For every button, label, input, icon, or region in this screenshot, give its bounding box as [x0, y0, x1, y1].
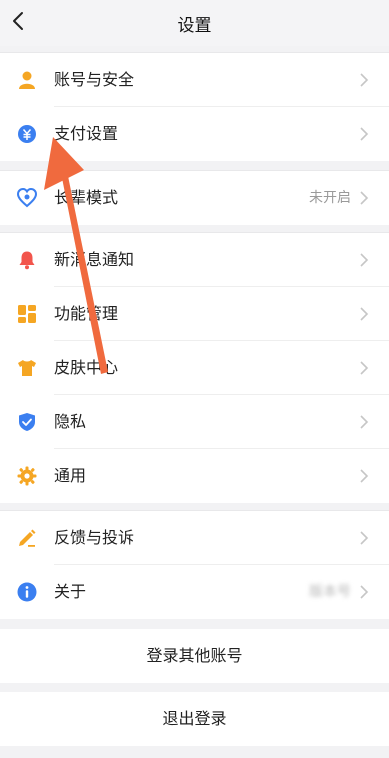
gear-icon: [17, 466, 37, 486]
back-button[interactable]: [4, 6, 32, 36]
chevron-right-icon: [360, 415, 369, 429]
row-elder-mode[interactable]: 长辈模式 未开启: [0, 171, 389, 225]
row-feedback[interactable]: 反馈与投诉: [0, 511, 389, 565]
row-privacy[interactable]: 隐私: [0, 395, 389, 449]
row-label: 新消息通知: [54, 250, 135, 269]
chevron-right-icon: [360, 253, 369, 267]
shirt-icon: [17, 358, 37, 378]
row-notifications[interactable]: 新消息通知: [0, 233, 389, 287]
row-label: 皮肤中心: [54, 358, 119, 377]
row-general[interactable]: 通用: [0, 449, 389, 503]
payment-icon: [17, 124, 37, 144]
chevron-right-icon: [360, 469, 369, 483]
row-account-security[interactable]: 账号与安全: [0, 53, 389, 107]
group-support: 反馈与投诉 关于 版本号: [0, 510, 389, 619]
chevron-left-icon: [13, 12, 23, 30]
switch-account-button[interactable]: 登录其他账号: [0, 629, 389, 683]
shield-icon: [17, 412, 37, 432]
chevron-right-icon: [360, 307, 369, 321]
chevron-right-icon: [360, 127, 369, 141]
group-account: 账号与安全 支付设置: [0, 52, 389, 161]
chevron-right-icon: [360, 585, 369, 599]
row-label: 通用: [54, 466, 87, 485]
chevron-right-icon: [360, 191, 369, 205]
pencil-icon: [17, 528, 37, 548]
row-label: 支付设置: [54, 124, 119, 143]
page-title: 设置: [177, 15, 212, 36]
row-label: 账号与安全: [54, 70, 135, 89]
row-feature-management[interactable]: 功能管理: [0, 287, 389, 341]
row-payment-settings[interactable]: 支付设置: [0, 107, 389, 161]
row-label: 功能管理: [54, 304, 119, 323]
bell-icon: [17, 250, 37, 270]
user-icon: [17, 70, 37, 90]
version-value: 版本号: [309, 584, 351, 600]
row-skin-center[interactable]: 皮肤中心: [0, 341, 389, 395]
info-icon: [17, 582, 37, 602]
heart-icon: [17, 188, 37, 208]
logout-button[interactable]: 退出登录: [0, 692, 389, 746]
row-value: 未开启: [309, 190, 351, 206]
group-elder-mode: 长辈模式 未开启: [0, 170, 389, 225]
chevron-right-icon: [360, 361, 369, 375]
row-label: 长辈模式: [54, 188, 119, 207]
row-label: 关于: [54, 582, 87, 601]
chevron-right-icon: [360, 531, 369, 545]
row-about[interactable]: 关于 版本号: [0, 565, 389, 619]
row-label: 隐私: [54, 412, 87, 431]
chevron-right-icon: [360, 73, 369, 87]
row-label: 反馈与投诉: [54, 528, 135, 547]
top-bar: 设置: [0, 0, 389, 46]
group-general: 新消息通知 功能管理 皮肤中心 隐私 通用: [0, 232, 389, 503]
grid-icon: [17, 304, 37, 324]
